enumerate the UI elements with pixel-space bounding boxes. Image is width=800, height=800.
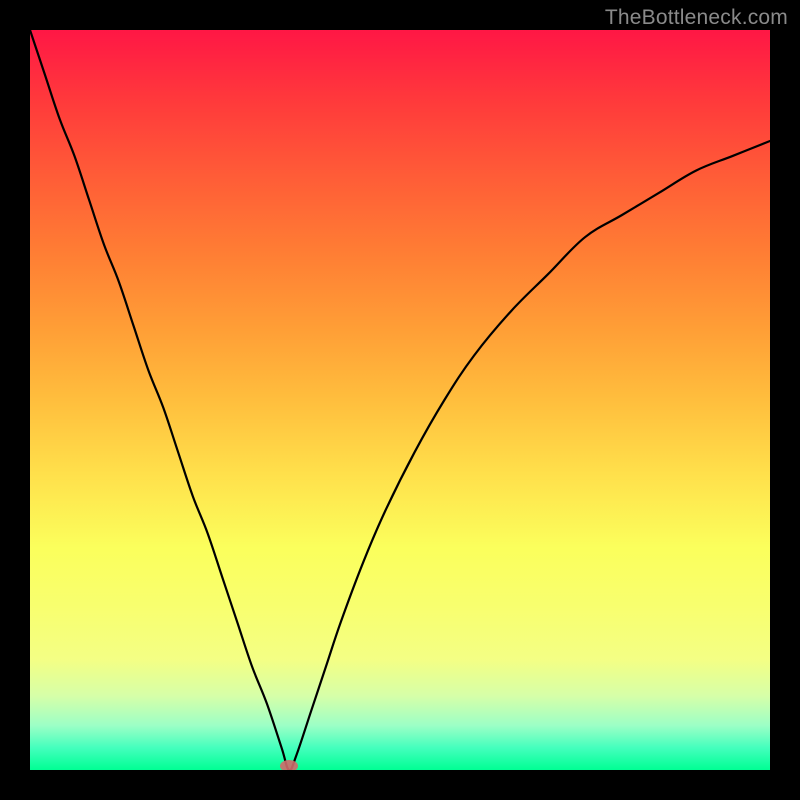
plot-area [30,30,770,770]
watermark-text: TheBottleneck.com [605,6,788,30]
curve-layer [30,30,770,770]
bottleneck-curve [30,30,770,770]
chart-frame: TheBottleneck.com [0,0,800,800]
